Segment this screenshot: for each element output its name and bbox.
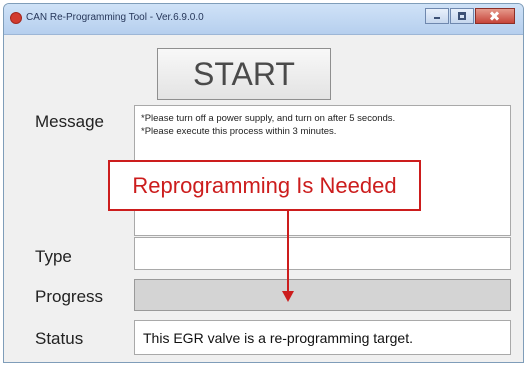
app-icon — [10, 12, 22, 24]
start-button[interactable]: START — [157, 48, 331, 100]
message-line-1: *Please turn off a power supply, and tur… — [141, 113, 396, 124]
close-button[interactable] — [475, 8, 515, 24]
window-controls — [424, 8, 515, 26]
status-field: This EGR valve is a re-programming targe… — [134, 320, 511, 355]
title-bar: CAN Re-Programming Tool - Ver.6.9.0.0 — [4, 4, 523, 35]
status-value: This EGR valve is a re-programming targe… — [143, 330, 413, 346]
maximize-button[interactable] — [450, 8, 474, 24]
status-label: Status — [35, 329, 84, 348]
reprogramming-callout: Reprogramming Is Needed — [108, 160, 421, 211]
progress-bar — [134, 279, 511, 311]
progress-label: Progress — [35, 287, 104, 306]
minimize-button[interactable] — [425, 8, 449, 24]
window-title: CAN Re-Programming Tool - Ver.6.9.0.0 — [26, 12, 204, 23]
callout-arrow-head-icon — [282, 291, 294, 302]
callout-arrow-line — [287, 211, 289, 293]
message-label: Message — [35, 112, 104, 131]
type-label: Type — [35, 247, 72, 266]
type-field[interactable] — [134, 237, 511, 270]
message-line-2: *Please execute this process within 3 mi… — [141, 126, 337, 137]
